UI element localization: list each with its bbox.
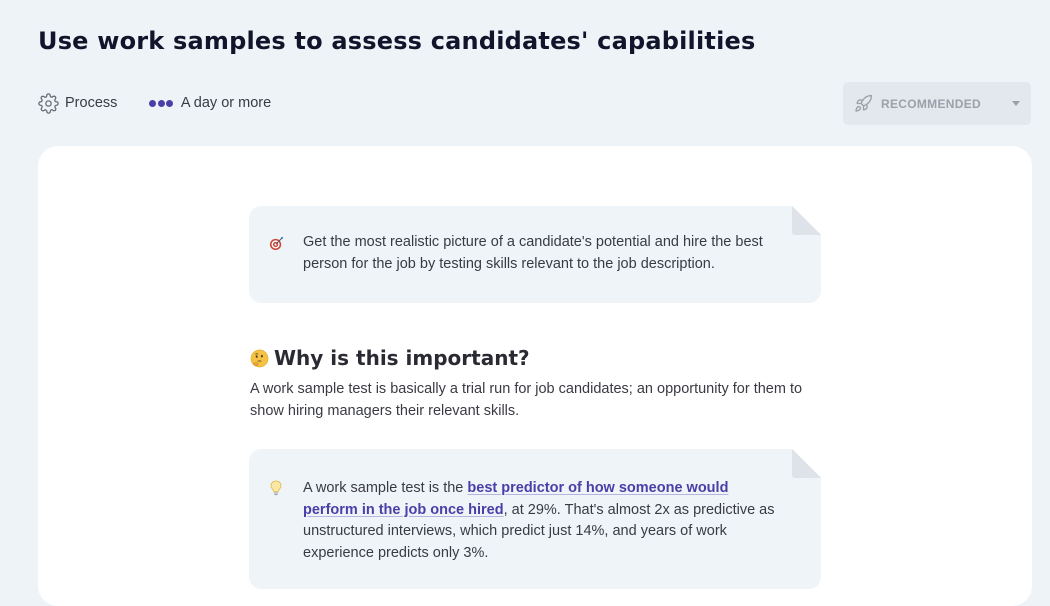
intro-callout-text: Get the most realistic picture of a cand… — [303, 234, 763, 272]
section-heading: Why is this important? — [250, 346, 530, 370]
status-dropdown[interactable]: RECOMMENDED — [843, 82, 1031, 125]
tip-text-before: A work sample test is the — [303, 480, 468, 496]
dots-icon — [149, 99, 175, 107]
gear-icon — [38, 92, 59, 114]
section-body: A work sample test is basically a trial … — [250, 381, 803, 419]
page-fold — [792, 449, 821, 478]
duration-label: A day or more — [180, 95, 272, 111]
lightbulb-icon — [270, 480, 282, 496]
intro-callout: Get the most realistic picture of a cand… — [249, 206, 821, 303]
duration-tag: A day or more — [149, 95, 271, 111]
rocket-icon — [855, 94, 873, 112]
status-dropdown-label: RECOMMENDED — [881, 96, 981, 111]
chevron-down-icon — [1012, 101, 1020, 106]
section-heading-text: Why is this important? — [274, 346, 530, 370]
category-tag: Process — [38, 92, 118, 114]
tip-callout: A work sample test is the best predictor… — [249, 449, 821, 589]
content-card: Get the most realistic picture of a cand… — [38, 146, 1032, 606]
meta-row: Process A day or more — [38, 92, 271, 114]
page-title: Use work samples to assess candidates' c… — [38, 27, 756, 55]
thinking-face-icon — [250, 349, 269, 367]
category-label: Process — [65, 95, 118, 111]
target-icon — [269, 236, 284, 251]
page-fold — [792, 206, 821, 235]
